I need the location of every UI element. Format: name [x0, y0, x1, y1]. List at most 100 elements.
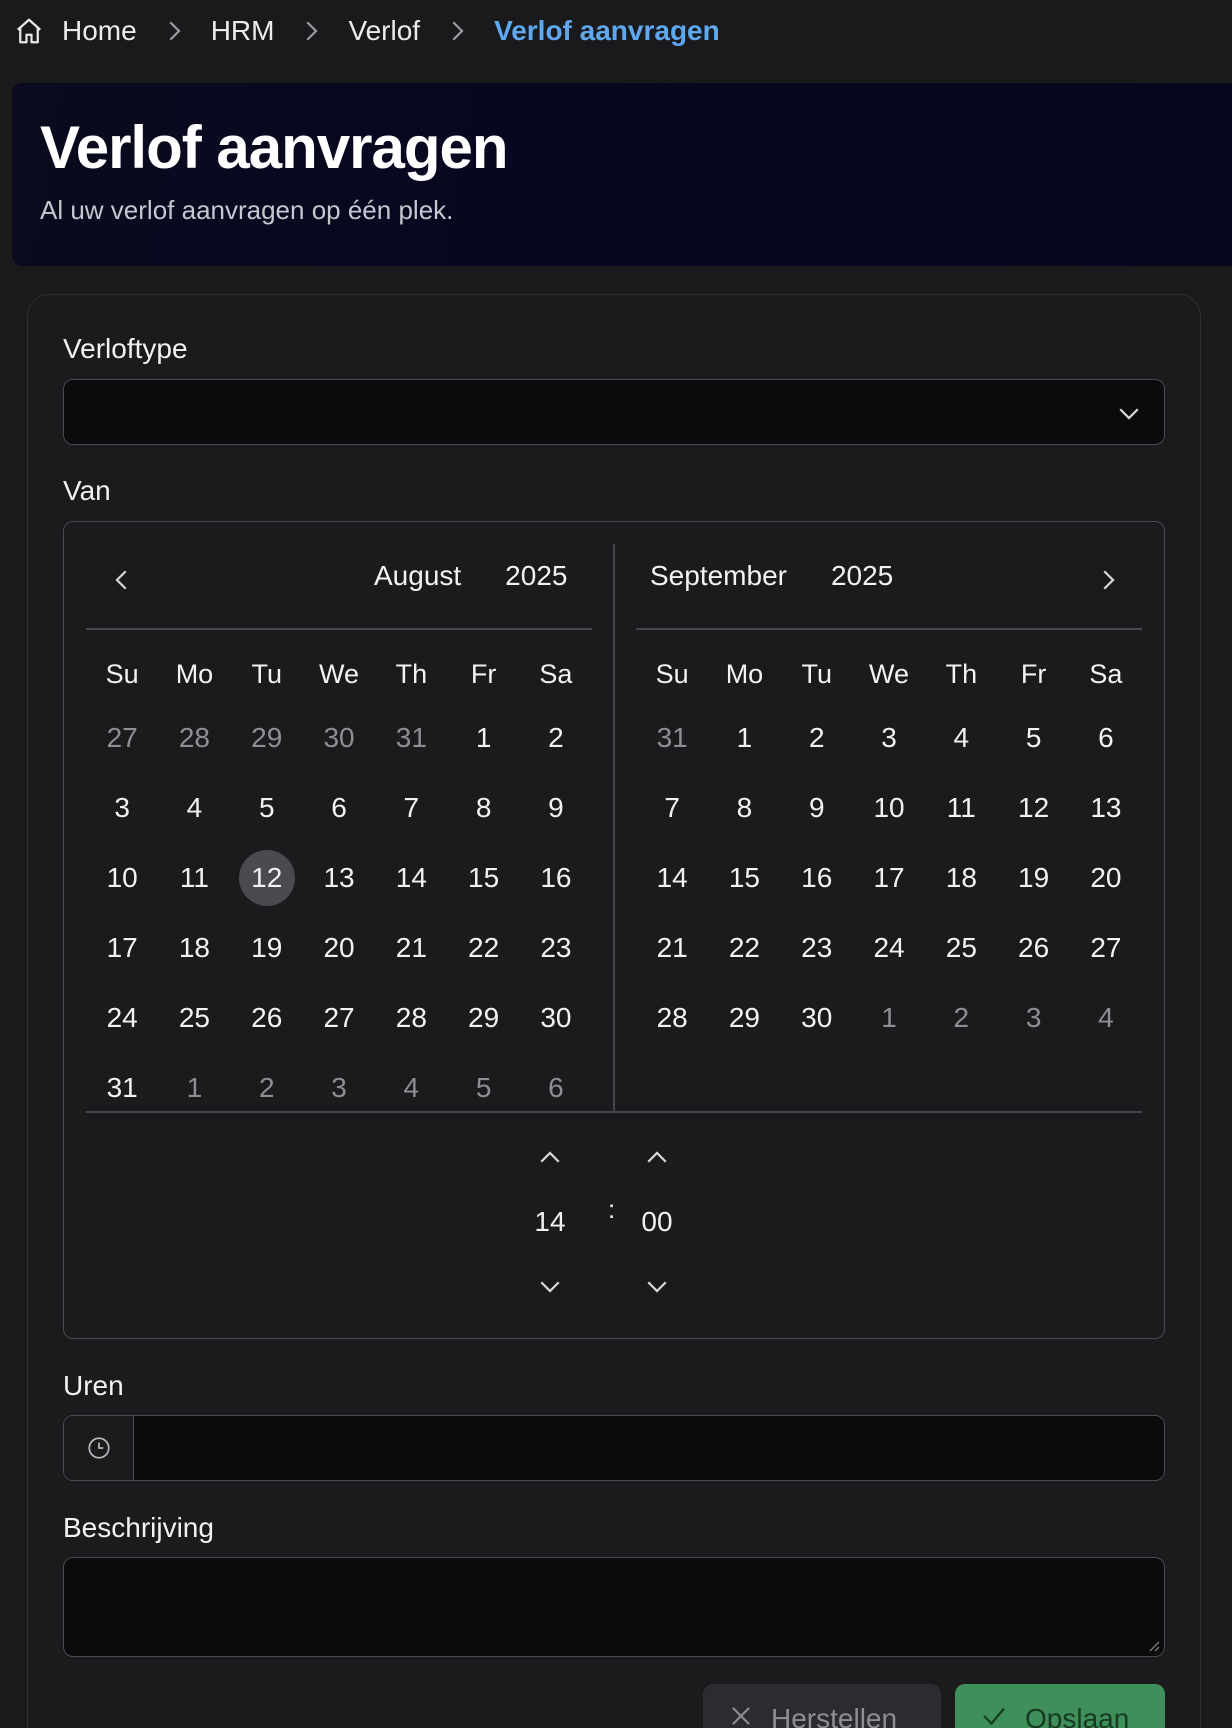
minutes-value[interactable]: 00 [641, 1198, 672, 1246]
description-textarea[interactable] [63, 1557, 1165, 1657]
day-cell[interactable]: 26 [997, 913, 1069, 983]
day-cell[interactable]: 15 [447, 843, 519, 913]
day-cell[interactable]: 20 [1070, 843, 1142, 913]
home-icon[interactable] [14, 16, 44, 46]
day-cell[interactable]: 31 [375, 703, 447, 773]
day-cell[interactable]: 1 [853, 983, 925, 1053]
day-cell[interactable]: 12 [997, 773, 1069, 843]
day-cell[interactable]: 20 [303, 913, 375, 983]
save-button[interactable]: Opslaan [955, 1684, 1165, 1728]
day-cell[interactable]: 5 [447, 1053, 519, 1123]
breadcrumb-verlof[interactable]: Verlof [348, 15, 420, 47]
day-cell[interactable]: 10 [853, 773, 925, 843]
day-cell[interactable]: 2 [520, 703, 592, 773]
day-cell[interactable]: 2 [925, 983, 997, 1053]
day-cell[interactable]: 22 [708, 913, 780, 983]
day-cell[interactable]: 15 [708, 843, 780, 913]
chevron-down-icon[interactable] [639, 1268, 675, 1304]
day-cell[interactable]: 6 [1070, 703, 1142, 773]
day-cell[interactable]: 4 [158, 773, 230, 843]
day-cell[interactable]: 1 [447, 703, 519, 773]
right-year[interactable]: 2025 [831, 560, 893, 592]
day-cell[interactable]: 21 [375, 913, 447, 983]
day-cell[interactable]: 30 [303, 703, 375, 773]
day-cell[interactable]: 25 [158, 983, 230, 1053]
resize-handle-icon[interactable] [1146, 1638, 1160, 1652]
day-cell[interactable]: 29 [708, 983, 780, 1053]
day-cell[interactable]: 16 [520, 843, 592, 913]
day-cell[interactable]: 8 [708, 773, 780, 843]
day-cell[interactable]: 4 [375, 1053, 447, 1123]
day-cell[interactable]: 26 [231, 983, 303, 1053]
day-cell[interactable]: 29 [447, 983, 519, 1053]
day-cell[interactable]: 8 [447, 773, 519, 843]
day-cell[interactable]: 2 [781, 703, 853, 773]
day-cell[interactable]: 24 [853, 913, 925, 983]
day-cell[interactable]: 19 [997, 843, 1069, 913]
chevron-up-icon[interactable] [639, 1140, 675, 1176]
day-cell[interactable]: 27 [86, 703, 158, 773]
day-cell[interactable]: 31 [86, 1053, 158, 1123]
day-cell[interactable]: 31 [636, 703, 708, 773]
day-cell[interactable]: 27 [1070, 913, 1142, 983]
day-cell[interactable]: 9 [781, 773, 853, 843]
leave-type-select[interactable] [63, 379, 1165, 445]
chevron-left-icon[interactable] [102, 560, 142, 600]
day-cell-selected[interactable]: 12 [231, 843, 303, 913]
day-cell[interactable]: 1 [708, 703, 780, 773]
day-cell[interactable]: 1 [158, 1053, 230, 1123]
day-cell[interactable]: 27 [303, 983, 375, 1053]
chevron-right-icon[interactable] [1088, 560, 1128, 600]
day-cell[interactable]: 21 [636, 913, 708, 983]
chevron-up-icon[interactable] [532, 1140, 568, 1176]
day-cell[interactable]: 9 [520, 773, 592, 843]
day-cell[interactable]: 28 [636, 983, 708, 1053]
day-cell[interactable]: 10 [86, 843, 158, 913]
day-cell[interactable]: 6 [520, 1053, 592, 1123]
day-cell[interactable]: 2 [231, 1053, 303, 1123]
day-cell[interactable]: 7 [375, 773, 447, 843]
day-cell[interactable]: 5 [231, 773, 303, 843]
day-cell[interactable]: 19 [231, 913, 303, 983]
day-cell[interactable]: 25 [925, 913, 997, 983]
day-cell[interactable]: 3 [303, 1053, 375, 1123]
day-cell[interactable]: 23 [781, 913, 853, 983]
breadcrumb-hrm[interactable]: HRM [211, 15, 275, 47]
day-cell[interactable]: 11 [925, 773, 997, 843]
hours-input[interactable] [63, 1415, 1165, 1481]
day-number: 3 [114, 792, 130, 823]
day-cell[interactable]: 13 [303, 843, 375, 913]
left-year[interactable]: 2025 [505, 560, 567, 592]
left-month-name[interactable]: August [374, 560, 461, 592]
day-cell[interactable]: 23 [520, 913, 592, 983]
day-cell[interactable]: 7 [636, 773, 708, 843]
hours-value[interactable]: 14 [534, 1198, 565, 1246]
day-cell[interactable]: 24 [86, 983, 158, 1053]
day-cell[interactable]: 30 [781, 983, 853, 1053]
day-cell[interactable]: 22 [447, 913, 519, 983]
day-cell[interactable]: 14 [375, 843, 447, 913]
day-cell[interactable]: 30 [520, 983, 592, 1053]
day-cell[interactable]: 28 [158, 703, 230, 773]
reset-button[interactable]: Herstellen [703, 1684, 941, 1728]
day-cell[interactable]: 3 [86, 773, 158, 843]
day-cell[interactable]: 14 [636, 843, 708, 913]
day-cell[interactable]: 13 [1070, 773, 1142, 843]
breadcrumb-home[interactable]: Home [62, 15, 137, 47]
day-cell[interactable]: 3 [997, 983, 1069, 1053]
day-cell[interactable]: 11 [158, 843, 230, 913]
day-cell[interactable]: 28 [375, 983, 447, 1053]
day-cell[interactable]: 18 [158, 913, 230, 983]
day-cell[interactable]: 17 [86, 913, 158, 983]
right-month-name[interactable]: September [650, 560, 787, 592]
day-cell[interactable]: 6 [303, 773, 375, 843]
day-cell[interactable]: 18 [925, 843, 997, 913]
day-cell[interactable]: 29 [231, 703, 303, 773]
day-cell[interactable]: 16 [781, 843, 853, 913]
day-cell[interactable]: 4 [925, 703, 997, 773]
day-cell[interactable]: 5 [997, 703, 1069, 773]
chevron-down-icon[interactable] [532, 1268, 568, 1304]
day-cell[interactable]: 4 [1070, 983, 1142, 1053]
day-cell[interactable]: 3 [853, 703, 925, 773]
day-cell[interactable]: 17 [853, 843, 925, 913]
